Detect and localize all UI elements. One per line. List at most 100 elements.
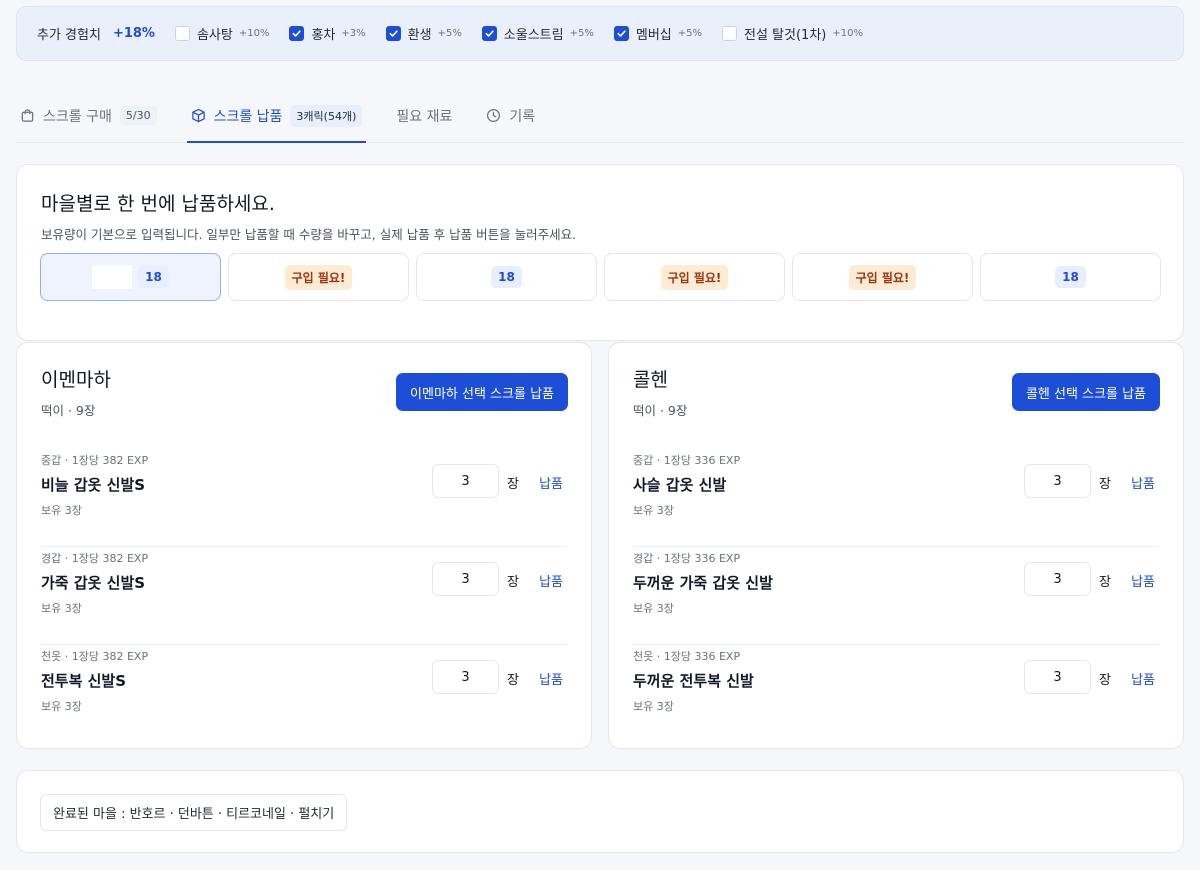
village-button[interactable]: 구입 필요! bbox=[604, 253, 785, 301]
purchase-needed-badge: 구입 필요! bbox=[660, 264, 729, 290]
checkbox[interactable] bbox=[613, 26, 629, 41]
bonus-option-percent: +10% bbox=[832, 28, 863, 39]
village-name bbox=[92, 265, 133, 289]
village-selector: 18 구입 필요! 18 구입 필요! 구입 필요! 18 bbox=[40, 253, 1168, 301]
tab-label: 스크롤 납품 bbox=[213, 108, 283, 125]
bonus-option-label: 솜사탕 bbox=[196, 28, 233, 43]
quantity-input[interactable] bbox=[1024, 562, 1091, 596]
scroll-item-row: 경갑 · 1장당 382 EXP가죽 갑옷 신발S보유 3장장납품 bbox=[41, 547, 567, 645]
village-panel-colhen: 콜헨 떡이 · 9장 콜헨 선택 스크롤 납품 중갑 · 1장당 336 EXP… bbox=[608, 342, 1184, 749]
check-icon bbox=[389, 30, 398, 37]
item-owned: 보유 3장 bbox=[41, 602, 82, 615]
delivery-summary-card: 마을별로 한 번에 납품하세요. 보유량이 기본으로 입력됩니다. 일부만 납품… bbox=[16, 164, 1184, 341]
bonus-option[interactable]: 전설 탈것(1차) +10% bbox=[722, 24, 863, 43]
unit-label: 장 bbox=[507, 575, 519, 590]
deliver-link[interactable]: 납품 bbox=[1131, 669, 1155, 688]
check-icon bbox=[617, 30, 626, 37]
bonus-option-percent: +10% bbox=[238, 28, 270, 39]
deliver-link[interactable]: 납품 bbox=[1131, 473, 1155, 492]
bag-icon bbox=[20, 108, 35, 123]
bonus-option[interactable]: 멤버십 +5% bbox=[613, 24, 702, 43]
tab-label: 스크롤 구매 bbox=[43, 108, 112, 125]
bonus-option[interactable]: 솜사탕 +10% bbox=[174, 24, 270, 43]
scroll-item-row: 중갑 · 1장당 336 EXP사슬 갑옷 신발보유 3장장납품 bbox=[633, 449, 1159, 547]
item-owned: 보유 3장 bbox=[41, 700, 82, 713]
quantity-input[interactable] bbox=[1024, 464, 1091, 498]
item-owned: 보유 3장 bbox=[633, 602, 674, 615]
check-icon bbox=[292, 30, 302, 37]
scroll-item-row: 중갑 · 1장당 382 EXP비늘 갑옷 신발S보유 3장장납품 bbox=[41, 449, 567, 547]
bonus-option-percent: +5% bbox=[437, 28, 462, 39]
village-button[interactable]: 18 bbox=[416, 253, 597, 301]
scroll-count-badge: 18 bbox=[1055, 266, 1086, 288]
bonus-option-percent: +3% bbox=[341, 28, 366, 39]
tab-label: 필요 재료 bbox=[396, 108, 453, 125]
unit-label: 장 bbox=[507, 673, 519, 688]
deliver-selected-button[interactable]: 콜헨 선택 스크롤 납품 bbox=[1011, 373, 1160, 411]
completed-villages-card: 완료된 마을 : 반호르 · 던바튼 · 티르코네일 · 펄치기 bbox=[16, 770, 1184, 853]
village-panel-immen-mach: 이멘마하 떡이 · 9장 이멘마하 선택 스크롤 납품 중갑 · 1장당 382… bbox=[16, 342, 592, 749]
tab-3[interactable]: 필요 재료 bbox=[392, 89, 456, 142]
bonus-option[interactable]: 소울스트림 +5% bbox=[481, 24, 594, 43]
bonus-option[interactable]: 환생 +5% bbox=[385, 24, 462, 43]
checkbox[interactable] bbox=[385, 26, 401, 41]
bonus-title: 추가 경험치 bbox=[37, 28, 101, 43]
summary-description: 보유량이 기본으로 입력됩니다. 일부만 납품할 때 수량을 바꾸고, 실제 납… bbox=[41, 227, 577, 242]
bonus-option-label: 멤버십 bbox=[635, 28, 672, 43]
unit-label: 장 bbox=[1099, 477, 1111, 492]
scroll-list: 중갑 · 1장당 336 EXP사슬 갑옷 신발보유 3장장납품경갑 · 1장당… bbox=[633, 449, 1159, 743]
box-icon bbox=[191, 108, 206, 123]
quantity-input[interactable] bbox=[432, 464, 499, 498]
quantity-input[interactable] bbox=[1024, 660, 1091, 694]
bonus-option-percent: +5% bbox=[569, 28, 594, 39]
deliver-selected-button[interactable]: 이멘마하 선택 스크롤 납품 bbox=[396, 373, 568, 411]
checkbox[interactable] bbox=[722, 26, 737, 41]
bonus-option-label: 환생 bbox=[407, 28, 432, 43]
item-owned: 보유 3장 bbox=[41, 504, 82, 517]
deliver-link[interactable]: 납품 bbox=[539, 571, 563, 590]
checkbox[interactable] bbox=[174, 26, 190, 41]
tab-badge: 5/30 bbox=[119, 106, 157, 125]
item-owned: 보유 3장 bbox=[633, 700, 674, 713]
checkbox[interactable] bbox=[289, 26, 305, 41]
purchase-needed-badge: 구입 필요! bbox=[848, 264, 917, 290]
scroll-item-row: 경갑 · 1장당 336 EXP두꺼운 가죽 갑옷 신발보유 3장장납품 bbox=[633, 547, 1159, 645]
quantity-input[interactable] bbox=[432, 660, 499, 694]
bonus-option[interactable]: 홍차 +3% bbox=[289, 24, 366, 43]
bonus-option-percent: +5% bbox=[677, 28, 702, 39]
unit-label: 장 bbox=[1099, 673, 1111, 688]
bonus-option-label: 전설 탈것(1차) bbox=[744, 28, 827, 43]
tab-2[interactable]: 스크롤 납품 3캐릭(54개) bbox=[186, 89, 367, 143]
tab-bar: 스크롤 구매 5/30 스크롤 납품 3캐릭(54개) 필요 재료 기록 bbox=[16, 90, 1184, 143]
completed-villages-label: 완료된 마을 : 반호르 · 던바튼 · 티르코네일 · 펄치기 bbox=[40, 794, 348, 831]
deliver-link[interactable]: 납품 bbox=[539, 669, 563, 688]
scroll-count-badge: 18 bbox=[491, 266, 522, 288]
tab-1[interactable]: 스크롤 구매 5/30 bbox=[16, 89, 161, 142]
deliver-link[interactable]: 납품 bbox=[539, 473, 563, 492]
scroll-item-row: 천옷 · 1장당 336 EXP두꺼운 전투복 신발보유 3장장납품 bbox=[633, 645, 1159, 743]
village-button[interactable]: 18 bbox=[40, 253, 221, 301]
bonus-total: +18% bbox=[112, 26, 155, 41]
village-button[interactable]: 18 bbox=[980, 253, 1161, 301]
exp-bonus-bar: 추가 경험치 +18% 솜사탕 +10% 홍차 +3% 환생 +5% 소울스트림 +5% 멤버십… bbox=[16, 6, 1184, 61]
quantity-input[interactable] bbox=[432, 562, 499, 596]
clock-icon bbox=[486, 108, 501, 123]
item-owned: 보유 3장 bbox=[633, 504, 674, 517]
checkbox[interactable] bbox=[481, 26, 497, 41]
summary-title: 마을별로 한 번에 납품하세요. bbox=[41, 193, 275, 215]
tab-label: 기록 bbox=[509, 108, 536, 125]
tab-badge: 3캐릭(54개) bbox=[290, 104, 363, 127]
village-button[interactable]: 구입 필요! bbox=[792, 253, 973, 301]
bonus-option-label: 홍차 bbox=[311, 28, 336, 43]
scroll-count-badge: 18 bbox=[138, 266, 169, 288]
purchase-needed-badge: 구입 필요! bbox=[284, 264, 353, 290]
check-icon bbox=[485, 30, 494, 37]
unit-label: 장 bbox=[1099, 575, 1111, 590]
bonus-option-label: 소울스트림 bbox=[503, 28, 564, 43]
scroll-list: 중갑 · 1장당 382 EXP비늘 갑옷 신발S보유 3장장납품경갑 · 1장… bbox=[41, 449, 567, 743]
tab-4[interactable]: 기록 bbox=[482, 89, 539, 142]
unit-label: 장 bbox=[507, 477, 519, 492]
deliver-link[interactable]: 납품 bbox=[1131, 571, 1155, 590]
village-button[interactable]: 구입 필요! bbox=[228, 253, 409, 301]
scroll-item-row: 천옷 · 1장당 382 EXP전투복 신발S보유 3장장납품 bbox=[41, 645, 567, 743]
